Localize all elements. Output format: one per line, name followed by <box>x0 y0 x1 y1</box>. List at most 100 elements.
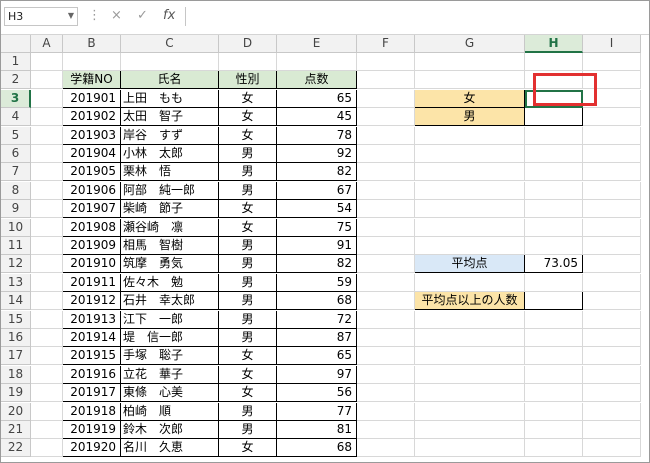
student-name-cell[interactable]: 手塚 聡子 <box>121 347 219 366</box>
score-cell[interactable]: 68 <box>277 292 357 311</box>
cell[interactable] <box>415 310 525 329</box>
score-cell[interactable]: 81 <box>277 421 357 439</box>
cell[interactable] <box>31 71 63 90</box>
score-cell[interactable]: 82 <box>277 163 357 182</box>
row-header-7[interactable]: 7 <box>1 163 31 182</box>
column-header-g[interactable]: G <box>415 35 525 53</box>
column-header-a[interactable]: A <box>31 35 63 53</box>
cell[interactable] <box>525 218 583 237</box>
gender-cell[interactable]: 男 <box>219 255 277 274</box>
gender-cell[interactable]: 男 <box>219 163 277 182</box>
cell[interactable] <box>415 53 525 71</box>
gender-cell[interactable]: 男 <box>219 237 277 255</box>
cell[interactable] <box>583 292 641 311</box>
score-cell[interactable]: 92 <box>277 145 357 163</box>
cell[interactable] <box>357 365 415 384</box>
cell[interactable] <box>31 145 63 163</box>
cell[interactable] <box>415 365 525 384</box>
cell[interactable] <box>583 53 641 71</box>
cell[interactable] <box>525 384 583 403</box>
cell[interactable] <box>219 53 277 71</box>
cell[interactable] <box>583 145 641 163</box>
row-header-20[interactable]: 20 <box>1 402 31 421</box>
cell[interactable] <box>31 329 63 347</box>
score-cell[interactable]: 72 <box>277 310 357 329</box>
column-header-h[interactable]: H <box>525 35 583 53</box>
gender-cell[interactable]: 男 <box>219 310 277 329</box>
student-name-cell[interactable]: 柏崎 順 <box>121 402 219 421</box>
gender-cell[interactable]: 女 <box>219 218 277 237</box>
student-name-cell[interactable]: 太田 智子 <box>121 108 219 127</box>
cell[interactable] <box>525 200 583 219</box>
cell[interactable] <box>357 53 415 71</box>
score-cell[interactable]: 82 <box>277 255 357 274</box>
student-name-cell[interactable]: 上田 もも <box>121 89 219 108</box>
cancel-icon[interactable]: × <box>111 9 122 23</box>
table-header-cell[interactable]: 点数 <box>277 71 357 90</box>
gender-cell[interactable]: 女 <box>219 89 277 108</box>
row-header-3[interactable]: 3 <box>1 89 31 108</box>
cell[interactable] <box>415 200 525 219</box>
drag-handle-icon[interactable]: ⋮ <box>88 9 101 23</box>
cell[interactable] <box>525 402 583 421</box>
row-header-17[interactable]: 17 <box>1 347 31 366</box>
insert-function-icon[interactable]: fx <box>163 9 175 23</box>
student-id-cell[interactable]: 201911 <box>63 273 121 292</box>
student-id-cell[interactable]: 201913 <box>63 310 121 329</box>
cell[interactable] <box>357 402 415 421</box>
gender-cell[interactable]: 男 <box>219 292 277 311</box>
cell[interactable] <box>525 347 583 366</box>
cell[interactable] <box>31 237 63 255</box>
cell[interactable] <box>415 421 525 439</box>
cell[interactable] <box>121 53 219 71</box>
student-name-cell[interactable]: 石井 幸太郎 <box>121 292 219 311</box>
cell[interactable] <box>31 53 63 71</box>
student-id-cell[interactable]: 201909 <box>63 237 121 255</box>
cell[interactable] <box>583 310 641 329</box>
cell[interactable] <box>357 181 415 200</box>
gender-cell[interactable]: 男 <box>219 181 277 200</box>
row-header-9[interactable]: 9 <box>1 200 31 219</box>
cell[interactable] <box>357 237 415 255</box>
student-name-cell[interactable]: 阿部 純一郎 <box>121 181 219 200</box>
cell[interactable] <box>415 126 525 145</box>
cell[interactable] <box>583 347 641 366</box>
student-id-cell[interactable]: 201916 <box>63 365 121 384</box>
student-id-cell[interactable]: 201903 <box>63 126 121 145</box>
score-cell[interactable]: 77 <box>277 402 357 421</box>
score-cell[interactable]: 68 <box>277 439 357 458</box>
table-header-cell[interactable]: 氏名 <box>121 71 219 90</box>
cell[interactable] <box>525 365 583 384</box>
cell[interactable] <box>583 421 641 439</box>
student-id-cell[interactable]: 201918 <box>63 402 121 421</box>
column-header-d[interactable]: D <box>219 35 277 53</box>
cell[interactable] <box>583 329 641 347</box>
cell[interactable] <box>415 218 525 237</box>
score-cell[interactable]: 78 <box>277 126 357 145</box>
cell[interactable] <box>31 384 63 403</box>
row-header-4[interactable]: 4 <box>1 108 31 127</box>
score-cell[interactable]: 45 <box>277 108 357 127</box>
cell[interactable] <box>357 108 415 127</box>
gender-cell[interactable]: 男 <box>219 145 277 163</box>
cell[interactable] <box>415 71 525 90</box>
student-id-cell[interactable]: 201910 <box>63 255 121 274</box>
student-id-cell[interactable]: 201914 <box>63 329 121 347</box>
score-cell[interactable]: 65 <box>277 89 357 108</box>
cell[interactable] <box>357 255 415 274</box>
row-header-11[interactable]: 11 <box>1 237 31 255</box>
student-name-cell[interactable]: 栗林 悟 <box>121 163 219 182</box>
student-name-cell[interactable]: 岸谷 すず <box>121 126 219 145</box>
column-header-e[interactable]: E <box>277 35 357 53</box>
cell[interactable] <box>31 365 63 384</box>
formula-input[interactable] <box>185 7 648 26</box>
cell[interactable] <box>525 237 583 255</box>
cell[interactable] <box>583 218 641 237</box>
cell[interactable] <box>31 273 63 292</box>
cell[interactable] <box>583 402 641 421</box>
gender-cell[interactable]: 女 <box>219 108 277 127</box>
select-all-corner[interactable] <box>1 35 31 53</box>
cell[interactable] <box>525 126 583 145</box>
gender-cell[interactable]: 男 <box>219 273 277 292</box>
cell[interactable] <box>31 347 63 366</box>
